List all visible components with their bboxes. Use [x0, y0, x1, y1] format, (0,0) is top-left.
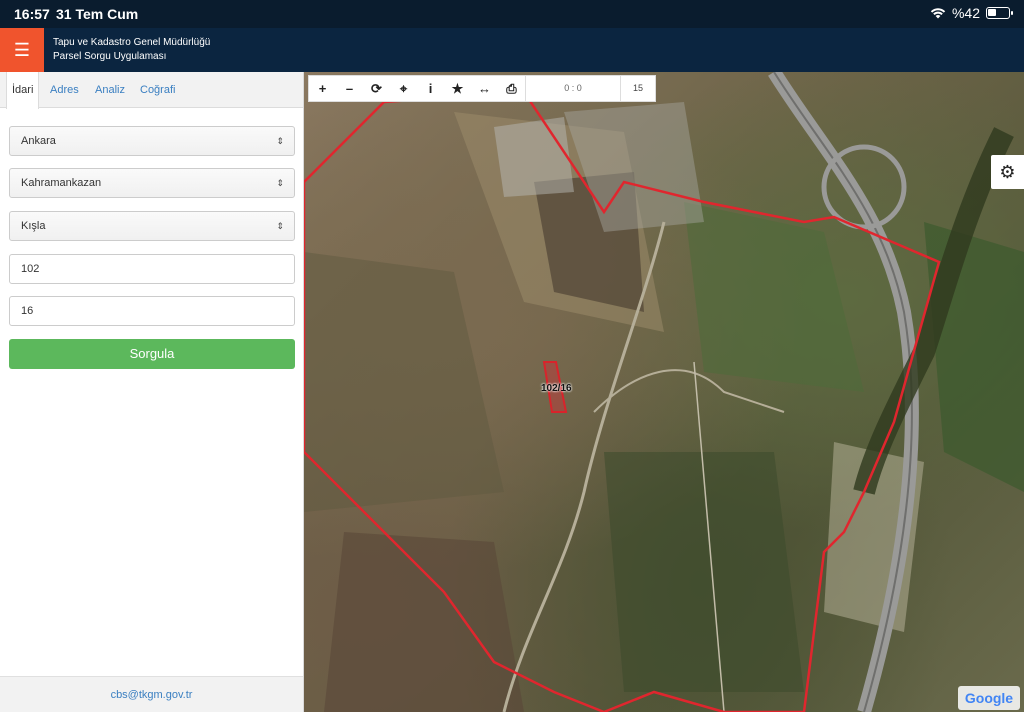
select-arrows-icon: ⇕	[276, 136, 284, 146]
parcel-value: 16	[21, 305, 34, 317]
status-bar: 16:57 31 Tem Cum %42	[0, 0, 1024, 28]
status-date: 31 Tem Cum	[56, 6, 139, 22]
satellite-imagery	[304, 72, 1024, 712]
block-input[interactable]: 102	[9, 254, 295, 284]
star-icon[interactable]: ★	[444, 75, 471, 102]
tab-adres[interactable]: Adres	[45, 72, 84, 108]
app-header: ☰ Tapu ve Kadastro Genel Müdürlüğü Parse…	[0, 28, 1024, 72]
tab-analiz[interactable]: Analiz	[90, 72, 130, 108]
refresh-icon[interactable]: ⟳	[363, 75, 390, 102]
neighborhood-select[interactable]: Kışla ⇕	[9, 211, 295, 241]
province-value: Ankara	[21, 135, 56, 147]
settings-button[interactable]: ⚙	[991, 155, 1024, 189]
info-icon[interactable]: i	[417, 75, 444, 102]
select-arrows-icon: ⇕	[276, 221, 284, 231]
parcel-label: 102/16	[541, 383, 572, 394]
select-arrows-icon: ⇕	[276, 178, 284, 188]
tab-cografi[interactable]: Coğrafi	[135, 72, 180, 108]
sidebar: İdari Adres Analiz Coğrafi Ankara ⇕ Kahr…	[0, 72, 304, 712]
battery-icon	[986, 7, 1013, 19]
app-title-line2: Parsel Sorgu Uygulaması	[53, 51, 167, 62]
menu-button[interactable]: ☰	[0, 28, 44, 72]
hamburger-icon: ☰	[13, 39, 31, 60]
locate-icon[interactable]: ⌖	[390, 75, 417, 102]
district-select[interactable]: Kahramankazan ⇕	[9, 168, 295, 198]
contact-email-link[interactable]: cbs@tkgm.gov.tr	[111, 689, 193, 701]
wifi-icon	[930, 8, 946, 19]
block-value: 102	[21, 263, 40, 275]
gear-icon: ⚙	[999, 161, 1016, 182]
status-right: %42	[930, 5, 1013, 21]
tab-idari[interactable]: İdari	[6, 72, 40, 109]
print-icon[interactable]: ⎙	[498, 75, 525, 102]
coordinate-readout: 0 : 0	[525, 75, 621, 102]
district-value: Kahramankazan	[21, 177, 102, 189]
app-title: Tapu ve Kadastro Genel Müdürlüğü Parsel …	[53, 36, 210, 64]
zoom-in-icon[interactable]: +	[309, 75, 336, 102]
province-select[interactable]: Ankara ⇕	[9, 126, 295, 156]
sidebar-footer: cbs@tkgm.gov.tr	[0, 676, 303, 712]
tab-bar: İdari Adres Analiz Coğrafi	[0, 72, 303, 109]
neighborhood-value: Kışla	[21, 220, 46, 232]
zoom-out-icon[interactable]: –	[336, 75, 363, 102]
app-title-line1: Tapu ve Kadastro Genel Müdürlüğü	[53, 37, 211, 48]
google-logo: Google	[958, 686, 1020, 710]
measure-icon[interactable]: ↔	[471, 75, 498, 102]
parcel-input[interactable]: 16	[9, 296, 295, 326]
zoom-level: 15	[632, 83, 643, 93]
map-view[interactable]: ⚙ Google	[304, 72, 1024, 712]
battery-percent: %42	[951, 5, 980, 21]
query-button[interactable]: Sorgula	[9, 339, 295, 369]
status-time: 16:57	[14, 6, 50, 22]
map-toolbar: + – ⟳ ⌖ i ★ ↔ ⎙ 0 : 0 15	[308, 75, 656, 102]
